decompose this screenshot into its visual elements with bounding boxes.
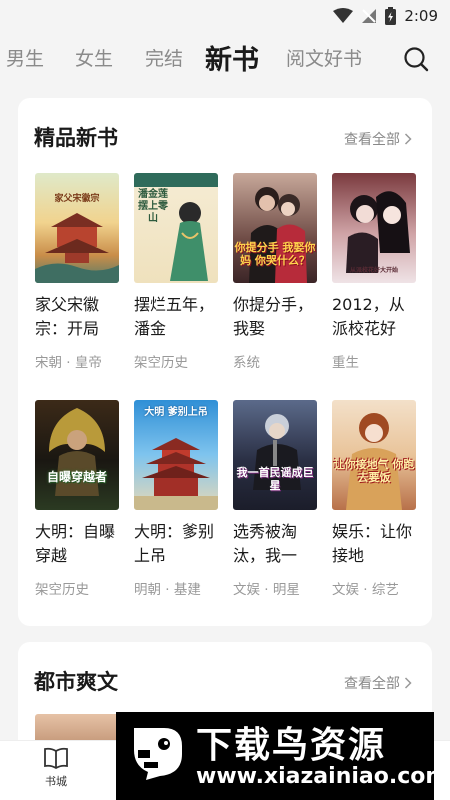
- book-tags: 明朝 · 基建: [134, 582, 201, 598]
- book-item[interactable]: 我一首民谣成巨星 选秀被淘汰，我一 文娱 · 明星: [233, 400, 317, 598]
- book-cover[interactable]: 让你接地气 你跑去要饭: [332, 400, 416, 510]
- book-cover[interactable]: 大明 爹别上吊: [134, 400, 218, 510]
- book-title: 家父宋徽宗：开局: [35, 295, 100, 338]
- book-tags: 架空历史: [35, 582, 89, 598]
- section-premium-new-books: 精品新书 查看全部 家父宋徽宗 家父宋徽宗：开局 宋朝 · 皇帝 潘金莲摆上零山…: [18, 98, 432, 626]
- book-tags: 文娱 · 明星: [233, 582, 300, 598]
- book-cover-text: 潘金莲摆上零山: [138, 189, 168, 224]
- book-open-icon: [44, 747, 68, 769]
- book-title: 你提分手，我娶: [233, 295, 314, 338]
- section-title: 都市爽文: [34, 670, 118, 694]
- book-item[interactable]: 让你接地气 你跑去要饭 娱乐：让你接地 文娱 · 综艺: [332, 400, 416, 598]
- book-tags: 系统: [233, 355, 260, 371]
- watermark-url: www.xiazainiao.com: [196, 764, 449, 789]
- view-all-label: 查看全部: [344, 132, 400, 148]
- view-all-link[interactable]: 查看全部: [344, 673, 412, 693]
- status-bar: 2:09: [0, 0, 450, 32]
- tab-good-reads[interactable]: 阅文好书: [286, 44, 362, 71]
- search-icon[interactable]: [402, 45, 430, 73]
- book-cover[interactable]: 家父宋徽宗: [35, 173, 119, 283]
- signal-icon: [362, 9, 377, 23]
- book-tags: 宋朝 · 皇帝: [35, 355, 102, 371]
- book-item[interactable]: 大明 爹别上吊 大明：爹别上吊 明朝 · 基建: [134, 400, 218, 598]
- book-cover-text: 自曝穿越者: [46, 470, 107, 484]
- chevron-right-icon: [404, 677, 412, 689]
- book-title: 娱乐：让你接地: [332, 522, 413, 565]
- tab-finished[interactable]: 完结: [145, 44, 183, 71]
- watermark-title: 下载鸟资源: [196, 725, 387, 766]
- wifi-icon: [333, 8, 354, 23]
- book-cover[interactable]: 自曝穿越者: [35, 400, 119, 510]
- book-cover-text: 从派校花好大开始: [349, 267, 398, 274]
- nav-bookstore[interactable]: 书城: [26, 747, 86, 789]
- book-cover-text: 我一首民谣成巨星: [236, 466, 314, 492]
- chevron-right-icon: [404, 133, 412, 145]
- book-cover[interactable]: 你提分手 我娶你妈 你哭什么？: [233, 173, 317, 283]
- book-title: 大明：爹别上吊: [134, 522, 215, 565]
- book-item[interactable]: 你提分手 我娶你妈 你哭什么？ 你提分手，我娶 系统: [233, 173, 317, 371]
- book-title: 摆烂五年，潘金: [134, 295, 215, 338]
- bird-logo-icon: [134, 728, 182, 780]
- view-all-label: 查看全部: [344, 676, 400, 692]
- view-all-link[interactable]: 查看全部: [344, 129, 412, 149]
- tab-male[interactable]: 男生: [6, 44, 44, 71]
- category-tabs: 男生 女生 完结 新书 阅文好书: [0, 32, 450, 84]
- clock: 2:09: [404, 7, 438, 25]
- nav-bookstore-label: 书城: [45, 775, 67, 788]
- book-cover-text: 家父宋徽宗: [54, 194, 100, 204]
- book-cover-text: 你提分手 我娶你妈 你哭什么？: [234, 241, 316, 267]
- watermark-banner: 下载鸟资源 www.xiazainiao.com: [116, 712, 448, 800]
- book-item[interactable]: 自曝穿越者 大明：自曝穿越 架空历史: [35, 400, 119, 598]
- book-tags: 重生: [332, 355, 359, 371]
- book-item[interactable]: 从派校花好大开始 2012，从派校花好 重生: [332, 173, 416, 371]
- book-cover-text: 大明 爹别上吊: [144, 407, 208, 418]
- battery-icon: [385, 7, 397, 25]
- book-title: 选秀被淘汰，我一: [233, 522, 298, 565]
- book-cover-text: 让你接地气 你跑去要饭: [333, 458, 415, 484]
- tab-female[interactable]: 女生: [75, 44, 113, 71]
- section-title: 精品新书: [34, 126, 118, 150]
- book-cover[interactable]: 我一首民谣成巨星: [233, 400, 317, 510]
- book-cover[interactable]: 从派校花好大开始: [332, 173, 416, 283]
- book-item[interactable]: 家父宋徽宗 家父宋徽宗：开局 宋朝 · 皇帝: [35, 173, 119, 371]
- book-item[interactable]: 潘金莲摆上零山 摆烂五年，潘金 架空历史: [134, 173, 218, 371]
- book-title: 2012，从派校花好: [332, 295, 405, 338]
- book-tags: 架空历史: [134, 355, 188, 371]
- tab-new-books[interactable]: 新书: [205, 38, 259, 77]
- book-title: 大明：自曝穿越: [35, 522, 116, 565]
- book-tags: 文娱 · 综艺: [332, 582, 399, 598]
- book-cover[interactable]: 潘金莲摆上零山: [134, 173, 218, 283]
